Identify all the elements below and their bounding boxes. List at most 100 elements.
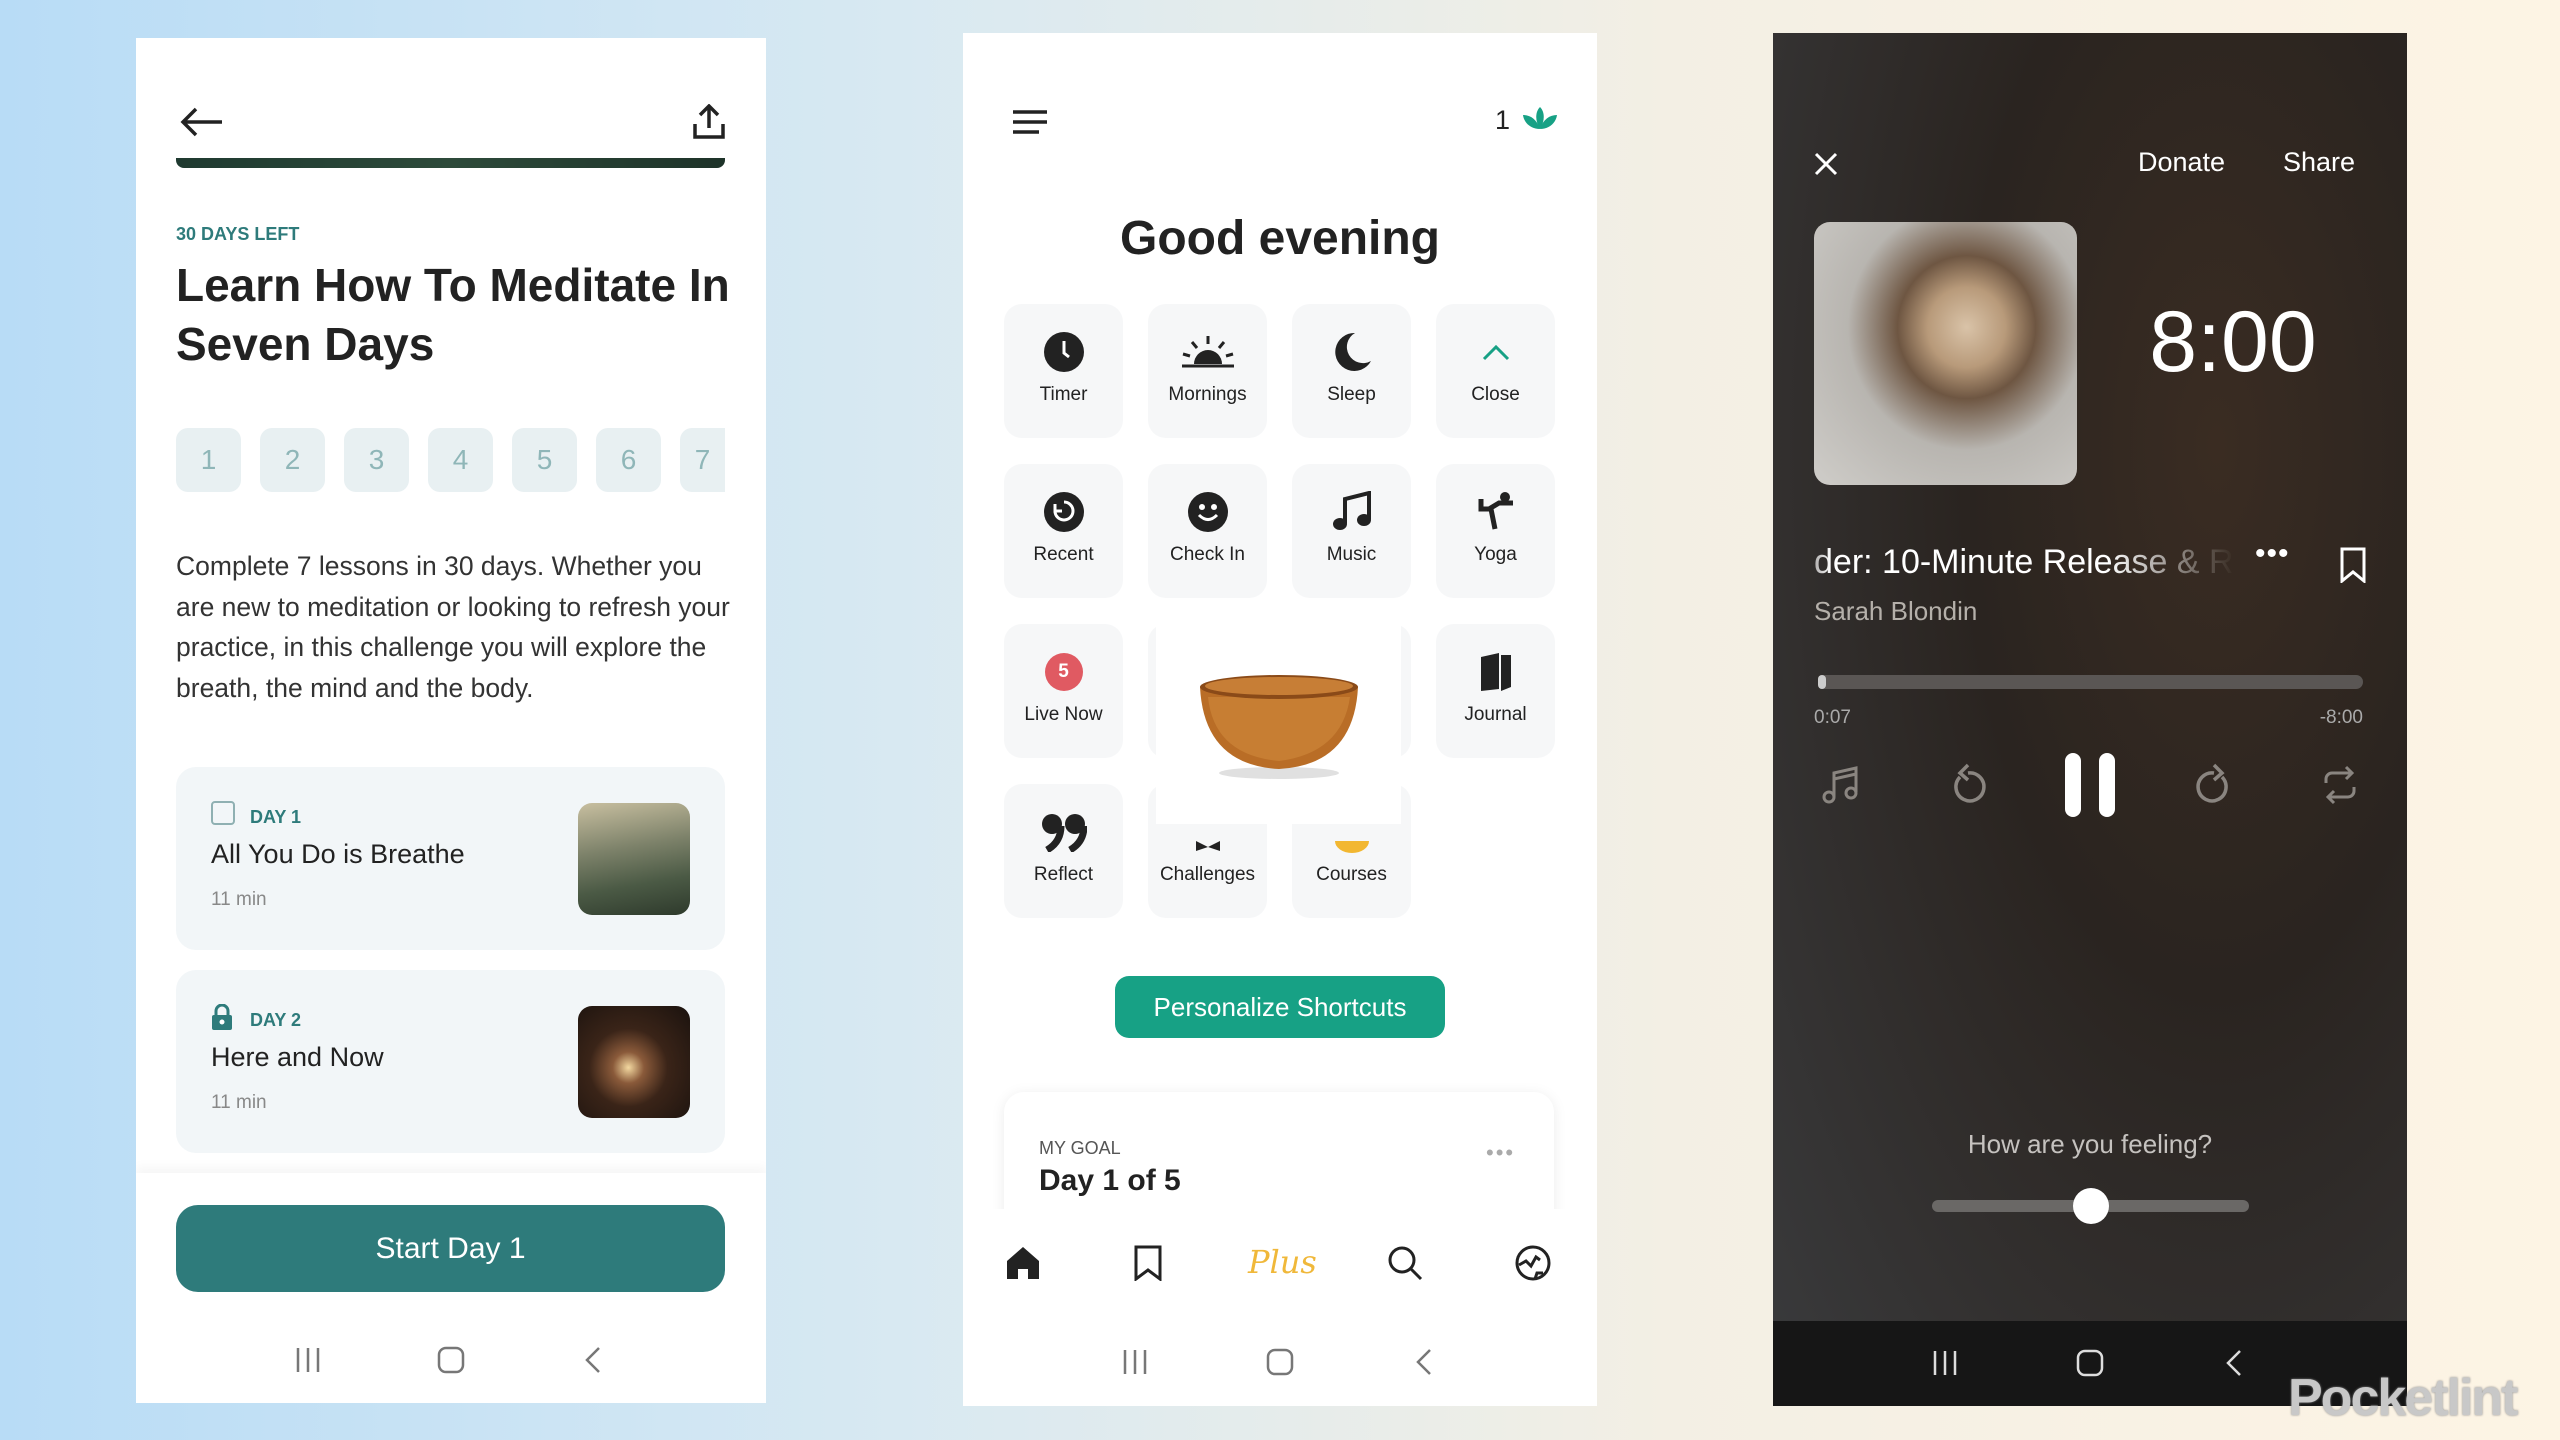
day-chip-5[interactable]: 5 [512,428,577,492]
lesson-card-day2[interactable]: DAY 2 Here and Now 11 min [176,970,725,1153]
close-icon[interactable] [1813,151,1839,177]
elapsed-time: 0:07 [1814,707,1851,728]
day-chip-3[interactable]: 3 [344,428,409,492]
title-line: Seven Days [176,318,435,370]
back-button-icon[interactable] [1410,1348,1440,1376]
tab-bar: Plus [963,1209,1597,1406]
home-icon[interactable] [1005,1245,1041,1281]
checkbox[interactable] [211,801,235,825]
shortcut-reflect[interactable]: Reflect [1004,784,1123,918]
more-options-icon[interactable]: ••• [1486,1140,1515,1166]
yoga-icon [1478,492,1513,530]
challenge-description: Complete 7 lessons in 30 days. Whether y… [176,551,730,703]
start-day-button[interactable]: Start Day 1 [176,1205,725,1292]
slider-thumb[interactable] [2072,1188,2109,1224]
shortcut-label: Music [1326,544,1377,565]
shortcut-label: Reflect [1033,864,1094,885]
shortcut-journal[interactable]: Journal [1436,624,1555,758]
home-button-icon[interactable] [2075,1349,2105,1377]
shortcut-check-in[interactable]: Check In [1148,464,1267,598]
pause-icon[interactable] [2063,751,2117,819]
title-line: Learn How To Meditate In [176,259,730,311]
greeting: Good evening [1119,212,1440,265]
teacher-photo [1814,222,2077,485]
clock-icon [1043,332,1084,372]
shortcut-yoga[interactable]: Yoga [1436,464,1555,598]
personalize-shortcuts-button[interactable]: Personalize Shortcuts [1115,976,1445,1038]
shortcut-mornings[interactable]: Mornings [1148,304,1267,438]
lesson-duration: 11 min [211,889,267,910]
moon-icon [1334,332,1371,371]
shortcut-label: Courses [1316,864,1387,885]
back-button-icon[interactable] [2220,1349,2250,1377]
day-chip-7[interactable]: 7 [680,428,725,492]
mountains-thumbnail [578,803,690,915]
lock-icon [211,1004,233,1030]
lotus-icon [1521,103,1559,135]
history-icon [1043,492,1084,532]
system-nav [963,1348,1597,1376]
day-chip-1[interactable]: 1 [176,428,241,492]
lesson-day: DAY 1 [250,807,302,827]
shortcut-label: Sleep [1327,384,1376,405]
recent-apps-icon[interactable] [1120,1348,1150,1376]
day-chip-6[interactable]: 6 [596,428,661,492]
streak-count: 1 [1495,105,1511,135]
quote-icon [1041,814,1087,852]
smiley-icon [1187,492,1228,532]
share-button[interactable]: Share [2283,147,2355,178]
menu-icon[interactable] [1011,109,1049,135]
artist-name: Sarah Blondin [1814,596,1978,626]
goal-label: MY GOAL [1039,1138,1121,1158]
search-icon[interactable] [1387,1245,1423,1281]
feeling-prompt: How are you feeling? [1967,1129,2213,1159]
progress-fill [1818,675,1827,689]
challenge-screen: 30 DAYS LEFT Learn How To Meditate In Se… [136,38,766,1403]
journal-icon [1480,653,1511,691]
recent-apps-icon[interactable] [293,1346,323,1374]
shortcut-close[interactable]: Close [1436,304,1555,438]
chevron-up-icon [1482,344,1509,361]
more-options-icon[interactable]: ••• [2255,537,2290,571]
bookmark-icon[interactable] [1133,1245,1163,1281]
shortcut-label: Live Now [1024,704,1103,725]
repeat-icon[interactable] [2320,765,2360,805]
track-title: der: 10-Minute Release & R [1814,543,2234,581]
live-badge-icon: 5 [1044,653,1083,691]
back-arrow-icon[interactable] [180,106,224,138]
back-button-icon[interactable] [579,1346,609,1374]
shortcut-live-now[interactable]: 5 Live Now [1004,624,1123,758]
lesson-title: All You Do is Breathe [211,839,465,869]
shortcut-recent[interactable]: Recent [1004,464,1123,598]
bookmark-icon[interactable] [2339,547,2367,583]
goal-value: Day 1 of 5 [1039,1164,1181,1197]
session-timer: 8:00 [2149,294,2317,390]
plus-tab[interactable]: Plus [1248,1243,1317,1281]
home-button-icon[interactable] [436,1346,466,1374]
forward-icon[interactable] [2194,763,2234,807]
globe-icon[interactable] [1515,1245,1551,1281]
home-button-icon[interactable] [1265,1348,1295,1376]
header-image-edge [176,158,725,168]
recent-apps-icon[interactable] [1930,1349,1960,1377]
music-note-icon[interactable] [1820,765,1860,805]
remaining-time: -8:00 [2319,707,2363,728]
home-screen: 1 Good evening Timer Mornings Sleep Clos… [963,33,1597,1406]
shortcut-sleep[interactable]: Sleep [1292,304,1411,438]
shortcut-timer[interactable]: Timer [1004,304,1123,438]
sunrise-icon [1181,336,1234,368]
shortcut-label: Journal [1464,704,1527,725]
lesson-card-day1[interactable]: DAY 1 All You Do is Breathe 11 min [176,767,725,950]
feeling-slider[interactable] [1932,1188,2249,1224]
shortcut-label: Timer [1039,384,1088,405]
share-icon[interactable] [692,104,726,140]
progress-bar[interactable] [1818,675,2363,689]
lesson-duration: 11 min [211,1092,267,1113]
rewind-icon[interactable] [1948,763,1988,807]
day-chip-4[interactable]: 4 [428,428,493,492]
day-chip-2[interactable]: 2 [260,428,325,492]
shortcut-label: Yoga [1474,544,1517,565]
shortcut-music[interactable]: Music [1292,464,1411,598]
donate-button[interactable]: Donate [2138,147,2225,178]
singing-bowl-animation [1156,624,1401,824]
